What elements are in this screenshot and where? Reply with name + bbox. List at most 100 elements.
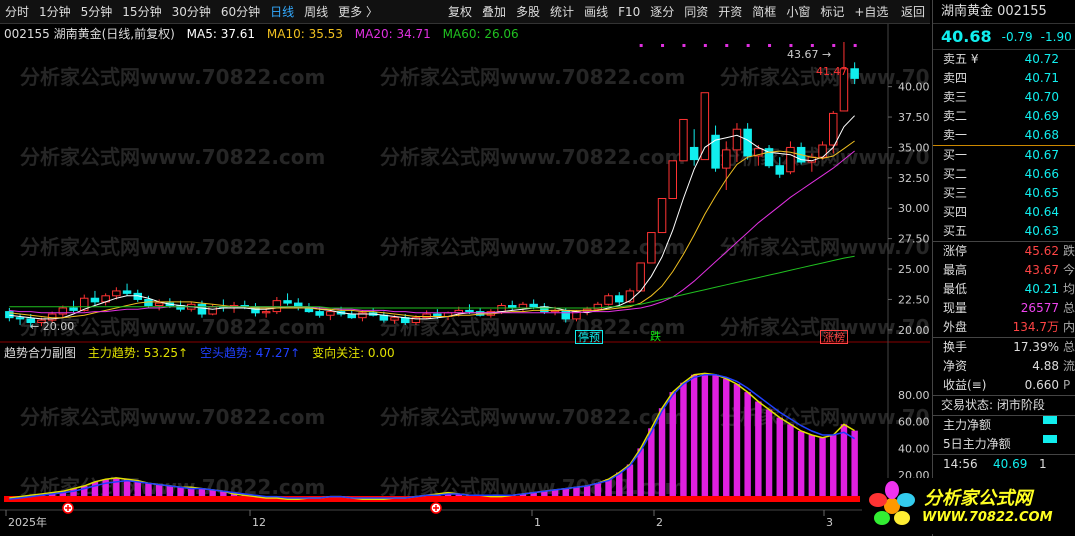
asks-row[interactable]: 卖四 40.71 <box>933 69 1075 88</box>
sub-chart-header: 趋势合力副图 主力趋势: 53.25↑ 空头趋势: 47.27↑ 变向关注: 0… <box>4 345 403 361</box>
candle-body <box>315 311 324 316</box>
toolbar-item-11[interactable]: 多股 <box>511 0 545 24</box>
watermark-text: 分析家公式网www.70822.com <box>380 405 685 429</box>
toolbar-item-1[interactable]: 1分钟 <box>34 0 76 24</box>
trend-bar <box>594 483 602 496</box>
stats2-row[interactable]: 换手 17.39% 总 <box>933 338 1075 357</box>
toolbar-item-6[interactable]: 日线 <box>265 0 299 24</box>
signal-dot <box>746 44 750 47</box>
stock-title: 002155 湖南黄金(日线,前复权) <box>4 27 175 41</box>
toolbar-item-17[interactable]: 开资 <box>713 0 747 24</box>
toolbar-item-13[interactable]: 画线 <box>579 0 613 24</box>
stats1-row[interactable]: 最高 43.67 今 <box>933 261 1075 280</box>
trend-bar <box>712 374 719 496</box>
tag-halt-preview[interactable]: 停预 <box>575 330 603 344</box>
toolbar-item-19[interactable]: 小窗 <box>781 0 815 24</box>
stats1-row[interactable]: 现量 26577 总 <box>933 299 1075 318</box>
toolbar-item-10[interactable]: 叠加 <box>477 0 511 24</box>
asks-row[interactable]: 卖一 40.68 <box>933 126 1075 145</box>
chart-toolbar: 分时 1分钟 5分钟 15分钟 30分钟 60分钟 日线 周线 更多 〉 复权 叠加 多股 统计 画线 F1… <box>0 0 930 24</box>
bids-row[interactable]: 买一 40.67 <box>933 146 1075 165</box>
candle-body <box>154 302 164 307</box>
candle-body <box>294 302 303 309</box>
y-tick-label: 30.00 <box>898 202 930 215</box>
chart-canvas[interactable]: 分析家公式网www.70822.com 分析家公式网www.70822.com 分析… <box>0 24 930 536</box>
tag-rise-list[interactable]: 涨榜 <box>820 330 848 344</box>
row-value: 134.7万 <box>1012 320 1059 334</box>
x-axis-label: 12 <box>252 516 266 529</box>
toolbar-item-16[interactable]: 同资 <box>679 0 713 24</box>
toolbar-item-3[interactable]: 15分钟 <box>117 0 166 24</box>
bids-row[interactable]: 买三 40.65 <box>933 184 1075 203</box>
toolbar-item-22[interactable]: 返回 <box>896 0 930 24</box>
stats2-row[interactable]: 收益(≡) 0.660 P <box>933 376 1075 395</box>
logo-text: 分析家公式网 <box>924 488 1032 509</box>
toolbar-item-14[interactable]: F10 <box>613 0 645 24</box>
stats1-row[interactable]: 涨停 45.62 跌 <box>933 242 1075 261</box>
toolbar-item-7[interactable]: 周线 <box>299 0 333 24</box>
trend-bar <box>755 401 762 496</box>
trend-bar <box>851 430 858 496</box>
toolbar-item-9[interactable]: 复权 <box>443 0 477 24</box>
y-tick-label: 37.50 <box>898 111 930 124</box>
toolbar-item-4[interactable]: 30分钟 <box>167 0 216 24</box>
candle-body <box>561 309 570 320</box>
trend-bar <box>680 382 687 496</box>
chart-area[interactable]: 分析家公式网www.70822.com 分析家公式网www.70822.com 分析… <box>0 24 930 536</box>
trend-bar <box>776 417 783 496</box>
bids-row[interactable]: 买二 40.66 <box>933 165 1075 184</box>
main-flow-5d-row[interactable]: 5日主力净额 <box>933 435 1075 454</box>
price-change-pct: -1.90 <box>1040 29 1072 44</box>
flower-logo-icon <box>869 481 915 525</box>
toolbar-item-18[interactable]: 简框 <box>747 0 781 24</box>
stats2-row[interactable]: 净资 4.88 流 <box>933 357 1075 376</box>
stats1-row[interactable]: 最低 40.21 均 <box>933 280 1075 299</box>
candle-body <box>732 128 742 151</box>
trend-bar <box>840 424 848 496</box>
y-tick-label: 32.50 <box>898 172 930 185</box>
asks-row[interactable]: 卖二 40.69 <box>933 107 1075 126</box>
trend-bar <box>198 488 206 496</box>
site-logo: 分析家公式网 WWW.70822.COM <box>862 478 1072 534</box>
row-value: 40.67 <box>1024 148 1059 162</box>
toolbar-item-2[interactable]: 5分钟 <box>76 0 118 24</box>
toolbar-item-20[interactable]: 标记 <box>815 0 849 24</box>
watermark-text: 分析家公式网www.70822.com <box>380 65 685 89</box>
asks-row[interactable]: 卖五 ¥ 40.72 <box>933 50 1075 69</box>
row-value: 4.88 <box>1032 359 1059 373</box>
y-tick-label: 40.00 <box>898 81 930 94</box>
trend-bar <box>155 484 163 496</box>
row-value: 40.66 <box>1024 167 1059 181</box>
toolbar-item-0[interactable]: 分时 <box>0 0 34 24</box>
stats1-row[interactable]: 外盘 134.7万内 <box>933 318 1075 337</box>
watermark-text: 分析家公式网www.70822.com <box>20 145 325 169</box>
row-value: 40.68 <box>1024 128 1059 142</box>
tag-drop[interactable]: 跌 <box>648 330 663 344</box>
trend-bar <box>648 428 655 496</box>
main-flow-row[interactable]: 主力净额 <box>933 416 1075 435</box>
candle-body <box>326 311 335 316</box>
candle-body <box>722 149 731 169</box>
row-label: 收益(≡) <box>943 378 987 392</box>
signal-dot <box>832 44 836 47</box>
row-label: 买三 <box>943 186 968 200</box>
candle-body <box>829 112 838 146</box>
asks-row[interactable]: 卖三 40.70 <box>933 88 1075 107</box>
toolbar-item-5[interactable]: 60分钟 <box>216 0 265 24</box>
trend-bar <box>669 392 676 496</box>
x-axis-label: 2025年 <box>8 515 47 529</box>
ma20-line <box>9 150 855 314</box>
row-label: 卖二 <box>943 109 968 123</box>
candle-body <box>197 303 207 315</box>
trend-bar <box>562 488 569 496</box>
toolbar-item-8[interactable]: 更多 〉 <box>333 0 383 24</box>
stats-block-1: 涨停 45.62 跌最高 43.67 今最低 40.21 均现量 26577 总外盘 134.7万… <box>933 242 1075 337</box>
bids-row[interactable]: 买四 40.64 <box>933 203 1075 222</box>
toolbar-item-15[interactable]: 逐分 <box>645 0 679 24</box>
row-label: 现量 <box>943 301 968 315</box>
row-label: 卖一 <box>943 128 968 142</box>
toolbar-item-12[interactable]: 统计 <box>545 0 579 24</box>
trend-bar <box>166 485 174 496</box>
bids-row[interactable]: 买五 40.63 <box>933 222 1075 241</box>
toolbar-item-21[interactable]: +自选 <box>849 0 893 24</box>
